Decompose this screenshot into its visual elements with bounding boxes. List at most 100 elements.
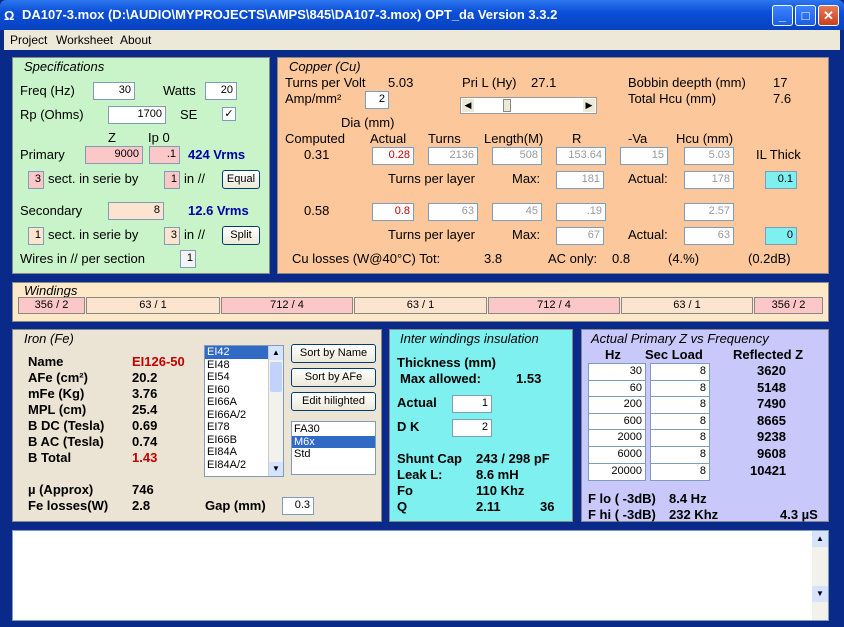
scroll-thumb[interactable] bbox=[270, 362, 282, 392]
slider-thumb[interactable] bbox=[503, 99, 511, 112]
max-allowed-value: 1.53 bbox=[516, 371, 542, 386]
hz-header: Hz bbox=[605, 347, 621, 362]
primary-length-field: 508 bbox=[492, 147, 542, 165]
insulation-actual-input[interactable]: 1 bbox=[452, 395, 492, 413]
secondary-vrms: 12.6 Vrms bbox=[188, 203, 249, 218]
cu-losses-total: 3.8 bbox=[484, 251, 503, 266]
bac-value: 0.74 bbox=[132, 434, 158, 449]
secondary-actual-tpl-field: 63 bbox=[684, 227, 734, 245]
sec-load-input[interactable]: 8 bbox=[650, 363, 710, 381]
btotal-value: 1.43 bbox=[132, 450, 158, 465]
chevron-up-icon[interactable]: ▲ bbox=[269, 346, 283, 360]
sec-load-input[interactable]: 8 bbox=[650, 396, 710, 414]
gap-input[interactable]: 0.3 bbox=[282, 497, 314, 515]
core-type-item[interactable]: Std bbox=[292, 448, 375, 461]
btotal-label: B Total bbox=[28, 450, 72, 465]
winding-cell-7[interactable]: 356 / 2 bbox=[754, 297, 823, 314]
core-type-item[interactable]: FA30 bbox=[292, 423, 375, 436]
core-type-item[interactable]: M6x bbox=[292, 435, 375, 448]
primary-actual-dia-input[interactable]: 0.28 bbox=[372, 147, 414, 165]
tpv-value: 5.03 bbox=[388, 75, 414, 90]
core-list[interactable]: EI42 EI48 EI54 EI60 EI66A EI66A/2 EI78 E… bbox=[204, 345, 284, 477]
hz-input[interactable]: 6000 bbox=[588, 446, 646, 464]
secondary-label: Secondary bbox=[20, 203, 83, 218]
primary-actual-label: Actual: bbox=[628, 171, 668, 186]
winding-cell-6[interactable]: 63 / 1 bbox=[621, 297, 753, 314]
secondary-il-thick-input[interactable]: 0 bbox=[765, 227, 797, 245]
afe-label: AFe (cm²) bbox=[28, 370, 88, 385]
secondary-length-field: 45 bbox=[492, 203, 542, 221]
primary-il-thick-input[interactable]: 0.1 bbox=[765, 171, 797, 189]
primary-z-input[interactable]: 9000 bbox=[85, 146, 143, 164]
primary-label: Primary bbox=[20, 147, 65, 162]
secondary-r-field: .19 bbox=[556, 203, 606, 221]
sort-by-afe-button[interactable]: Sort by AFe bbox=[291, 368, 376, 387]
se-checkbox[interactable]: ✓ bbox=[222, 107, 236, 121]
scroll-down-icon[interactable]: ▼ bbox=[812, 586, 828, 602]
va-header: -Va bbox=[628, 131, 648, 146]
core-list-scrollbar[interactable]: ▲ ▼ bbox=[268, 346, 283, 476]
sort-by-name-button[interactable]: Sort by Name bbox=[291, 344, 376, 363]
freq-input[interactable]: 30 bbox=[93, 82, 135, 100]
computed-header: Computed bbox=[285, 131, 345, 146]
edit-highlighted-button[interactable]: Edit hilighted bbox=[291, 392, 376, 411]
menu-project[interactable]: Project bbox=[10, 33, 47, 47]
iron-title: Iron (Fe) bbox=[24, 331, 74, 346]
close-button[interactable]: ✕ bbox=[818, 5, 839, 26]
bobbin-label: Bobbin deepth (mm) bbox=[628, 75, 746, 90]
winding-cell-1[interactable]: 356 / 2 bbox=[18, 297, 85, 314]
wires-label: Wires in // per section bbox=[20, 251, 145, 266]
notes-scrollbar[interactable]: ▲ ▼ bbox=[812, 531, 828, 620]
sec-load-input[interactable]: 8 bbox=[650, 446, 710, 464]
secondary-z-input[interactable]: 8 bbox=[108, 202, 164, 220]
primary-sect-label: sect. in serie by bbox=[48, 171, 139, 186]
mfe-label: mFe (Kg) bbox=[28, 386, 85, 401]
primary-sect-input[interactable]: 3 bbox=[28, 171, 44, 189]
winding-cell-2[interactable]: 63 / 1 bbox=[86, 297, 220, 314]
windings-title: Windings bbox=[24, 283, 78, 298]
reflected-z-value: 3620 bbox=[757, 363, 786, 378]
sec-load-input[interactable]: 8 bbox=[650, 429, 710, 447]
menu-about[interactable]: About bbox=[120, 33, 151, 47]
core-type-list[interactable]: FA30 M6x Std bbox=[291, 421, 376, 475]
secondary-actual-dia-input[interactable]: 0.8 bbox=[372, 203, 414, 221]
fhi-label: F hi ( -3dB) bbox=[588, 507, 656, 522]
chevron-down-icon[interactable]: ▼ bbox=[269, 462, 283, 476]
hz-input[interactable]: 2000 bbox=[588, 429, 646, 447]
secondary-tpl-label: Turns per layer bbox=[388, 227, 475, 242]
slider-right-arrow[interactable]: ▶ bbox=[583, 99, 595, 112]
hz-input[interactable]: 200 bbox=[588, 396, 646, 414]
sec-load-input[interactable]: 8 bbox=[650, 463, 710, 481]
primary-ip0-input[interactable]: .1 bbox=[149, 146, 180, 164]
bdc-label: B DC (Tesla) bbox=[28, 418, 105, 433]
secondary-sect-input[interactable]: 1 bbox=[28, 227, 44, 245]
primary-parallel-input[interactable]: 1 bbox=[164, 171, 180, 189]
hz-input[interactable]: 30 bbox=[588, 363, 646, 381]
notes-textarea[interactable]: ▲ ▼ bbox=[12, 530, 829, 621]
leak-label: Leak L: bbox=[397, 467, 443, 482]
amp-input[interactable]: 2 bbox=[365, 91, 389, 109]
menu-worksheet[interactable]: Worksheet bbox=[56, 33, 113, 47]
winding-cell-5[interactable]: 712 / 4 bbox=[488, 297, 620, 314]
minimize-button[interactable]: _ bbox=[772, 5, 793, 26]
reflected-z-value: 9608 bbox=[757, 446, 786, 461]
equal-button[interactable]: Equal bbox=[222, 170, 260, 189]
rp-input[interactable]: 1700 bbox=[108, 106, 166, 124]
wires-input[interactable]: 1 bbox=[180, 250, 196, 268]
ac-only-db: (0.2dB) bbox=[748, 251, 791, 266]
hz-input[interactable]: 20000 bbox=[588, 463, 646, 481]
split-button[interactable]: Split bbox=[222, 226, 260, 245]
ac-only-percent: (4.%) bbox=[668, 251, 700, 266]
rise-time-value: 4.3 µS bbox=[780, 507, 818, 522]
winding-cell-3[interactable]: 712 / 4 bbox=[221, 297, 353, 314]
scroll-up-icon[interactable]: ▲ bbox=[812, 531, 828, 547]
dk-input[interactable]: 2 bbox=[452, 419, 492, 437]
secondary-parallel-input[interactable]: 3 bbox=[164, 227, 180, 245]
pril-slider[interactable]: ◀ ▶ bbox=[460, 97, 597, 114]
maximize-button[interactable]: □ bbox=[795, 5, 816, 26]
z-header: Z bbox=[108, 130, 116, 145]
slider-left-arrow[interactable]: ◀ bbox=[462, 99, 474, 112]
afe-value: 20.2 bbox=[132, 370, 158, 385]
watts-input[interactable]: 20 bbox=[205, 82, 237, 100]
winding-cell-4[interactable]: 63 / 1 bbox=[354, 297, 487, 314]
